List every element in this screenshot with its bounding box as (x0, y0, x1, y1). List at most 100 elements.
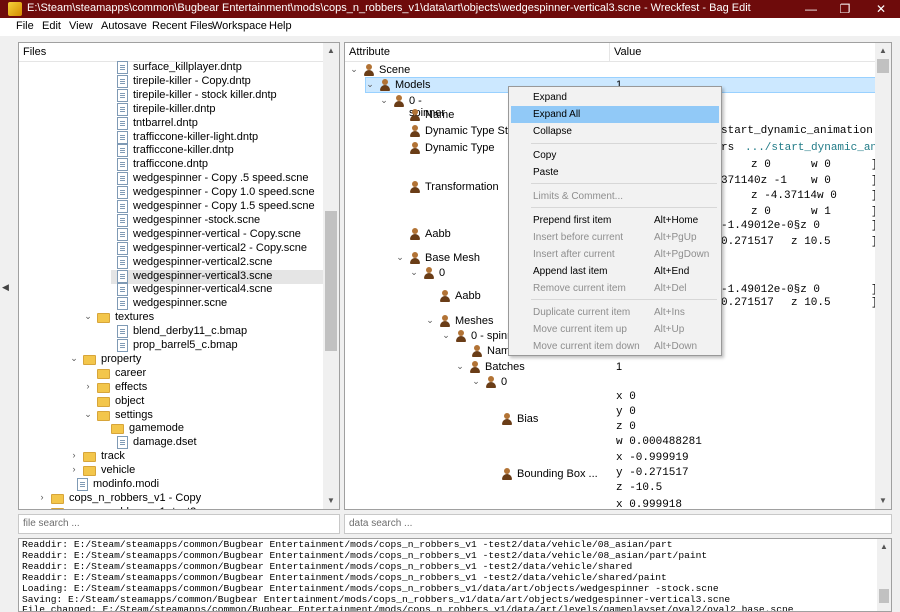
menu-workspace[interactable]: Workspace (212, 20, 267, 32)
col-value[interactable]: Value (614, 46, 641, 58)
tree-label: tntbarrel.dntp (133, 116, 198, 129)
scroll-up-icon[interactable]: ▲ (323, 43, 339, 59)
tree-label: tirepile-killer - stock killer.dntp (133, 88, 277, 101)
tree-folder[interactable]: ⌄ textures (19, 311, 325, 325)
context-menu-item[interactable]: Expand (511, 89, 719, 106)
scroll-up-icon[interactable]: ▲ (877, 539, 891, 555)
scroll-down-icon[interactable]: ▼ (323, 493, 339, 509)
tree-folder[interactable]: career (19, 367, 325, 381)
chevron-down-icon[interactable]: ⌄ (83, 409, 93, 420)
tree-label: trafficcone-killer.dntp (133, 144, 234, 157)
scroll-down-icon[interactable]: ▼ (875, 493, 891, 509)
tree-file[interactable]: wedgespinner-vertical4.scne (19, 283, 325, 297)
tree-folder[interactable]: › effects (19, 381, 325, 395)
log-line: Loading: E:/Steam/steamapps/common/Bugbe… (22, 583, 719, 594)
tree-file[interactable]: trafficcone-killer.dntp (19, 144, 325, 158)
scroll-up-icon[interactable]: ▲ (875, 43, 891, 59)
context-menu-item[interactable]: Expand All (511, 106, 719, 123)
log-scrollbar[interactable]: ▲ (877, 539, 891, 611)
tree-folder[interactable]: › track (19, 450, 325, 464)
tree-label: surface_killplayer.dntp (133, 61, 242, 73)
col-attribute[interactable]: Attribute (349, 46, 390, 58)
tree-folder[interactable]: ⌄ property (19, 353, 325, 367)
menu-item-label: Prepend first item (533, 215, 612, 226)
aabb-value: -1.49012e-0§z 0 (721, 220, 821, 232)
tree-file[interactable]: wedgespinner.scne (19, 297, 325, 311)
menu-autosave[interactable]: Autosave (101, 20, 147, 32)
menu-view[interactable]: View (69, 20, 93, 32)
tree-folder[interactable]: gamemode (19, 422, 325, 436)
folder-icon (97, 368, 110, 379)
menu-edit[interactable]: Edit (42, 20, 61, 32)
tree-file[interactable]: prop_barrel5_c.bmap (19, 339, 325, 353)
chevron-down-icon[interactable]: ⌄ (69, 353, 79, 364)
chevron-right-icon[interactable]: › (37, 492, 47, 502)
menu-item-shortcut: Alt+Del (654, 283, 687, 294)
chevron-down-icon[interactable]: ⌄ (83, 311, 93, 322)
folder-icon (51, 507, 64, 509)
aabb-value: z 10.5 (791, 297, 831, 309)
tree-folder[interactable]: › cops_n_robbers_v1 -test2 (19, 506, 325, 509)
chevron-right-icon[interactable]: › (69, 464, 79, 474)
chevron-down-icon: ⌄ (380, 95, 388, 105)
menu-item-label: Collapse (533, 126, 572, 137)
tree-file[interactable]: wedgespinner -stock.scne (19, 213, 325, 228)
menu-help[interactable]: Help (269, 20, 292, 32)
tree-file[interactable]: wedgespinner-vertical3.scne (111, 269, 325, 284)
tree-label: wedgespinner - Copy .5 speed.scne (133, 172, 309, 185)
file-icon (117, 116, 128, 130)
tree-file[interactable]: tirepile-killer.dntp (19, 102, 325, 117)
tree-file[interactable]: trafficcone-killer-light.dntp (19, 130, 325, 145)
scroll-thumb[interactable] (325, 211, 337, 351)
tree-file[interactable]: wedgespinner - Copy 1.5 speed.scne (19, 200, 325, 214)
tree-file[interactable]: modinfo.modi (19, 478, 325, 492)
tree-folder[interactable]: › vehicle (19, 464, 325, 478)
chevron-right-icon[interactable]: › (37, 506, 47, 509)
tree-file[interactable]: wedgespinner - Copy 1.0 speed.scne (19, 186, 325, 200)
maximize-button[interactable]: ❐ (830, 0, 860, 18)
file-search-input[interactable]: file search ... (18, 514, 340, 534)
file-icon (117, 339, 128, 352)
menu-item-label: Move current item up (533, 324, 627, 335)
tree-folder[interactable]: › cops_n_robbers_v1 - Copy (19, 492, 325, 506)
tree-file[interactable]: wedgespinner-vertical2.scne (19, 255, 325, 270)
menu-separator (531, 207, 717, 208)
tree-file[interactable]: tirepile-killer - Copy.dntp (19, 74, 325, 89)
tree-label: wedgespinner-vertical - Copy.scne (133, 227, 301, 240)
tree-file[interactable]: wedgespinner - Copy .5 speed.scne (19, 172, 325, 186)
tree-folder[interactable]: ⌄ settings (19, 409, 325, 423)
tree-file[interactable]: tirepile-killer - stock killer.dntp (19, 88, 325, 103)
context-menu-item[interactable]: Collapse (511, 123, 719, 140)
tree-file[interactable]: trafficcone.dntp (19, 158, 325, 172)
data-search-input[interactable]: data search ... (344, 514, 892, 534)
scroll-thumb[interactable] (877, 59, 889, 73)
menu-recent-files[interactable]: Recent Files (152, 20, 213, 32)
scroll-thumb[interactable] (879, 589, 889, 603)
files-scrollbar[interactable]: ▲ ▼ (323, 43, 339, 509)
context-menu-item[interactable]: Paste (511, 164, 719, 181)
context-menu-item[interactable]: Copy (511, 147, 719, 164)
chevron-right-icon[interactable]: › (83, 381, 93, 391)
tree-label: wedgespinner.scne (133, 297, 228, 310)
tree-label: career (115, 366, 147, 379)
menu-file[interactable]: File (16, 20, 34, 32)
chevron-down-icon: ⌄ (456, 361, 464, 371)
chevron-right-icon[interactable]: › (69, 450, 79, 460)
tree-file[interactable]: wedgespinner-vertical2 - Copy.scne (19, 241, 325, 256)
tree-file[interactable]: damage.dset (19, 436, 325, 450)
tree-file[interactable]: blend_derby11_c.bmap (19, 325, 325, 339)
minimize-button[interactable]: — (796, 0, 826, 18)
menu-bar: File Edit View Autosave Recent Files Wor… (0, 18, 900, 36)
context-menu-item[interactable]: Append last item Alt+End (511, 263, 719, 280)
attrs-scrollbar[interactable]: ▲ ▼ (875, 43, 891, 509)
file-icon (117, 200, 128, 213)
tree-folder[interactable]: object (19, 395, 325, 409)
tree-file[interactable]: wedgespinner-vertical - Copy.scne (19, 227, 325, 242)
close-button[interactable]: ✕ (866, 0, 896, 18)
tree-label: track (101, 450, 125, 463)
tree-file[interactable]: tntbarrel.dntp (19, 116, 325, 131)
dyn-type-value-a: rs (721, 142, 735, 154)
context-menu-item[interactable]: Prepend first item Alt+Home (511, 212, 719, 229)
tree-file[interactable]: surface_killplayer.dntp (19, 61, 325, 75)
collapse-arrow-icon[interactable]: ◀ (2, 282, 9, 293)
